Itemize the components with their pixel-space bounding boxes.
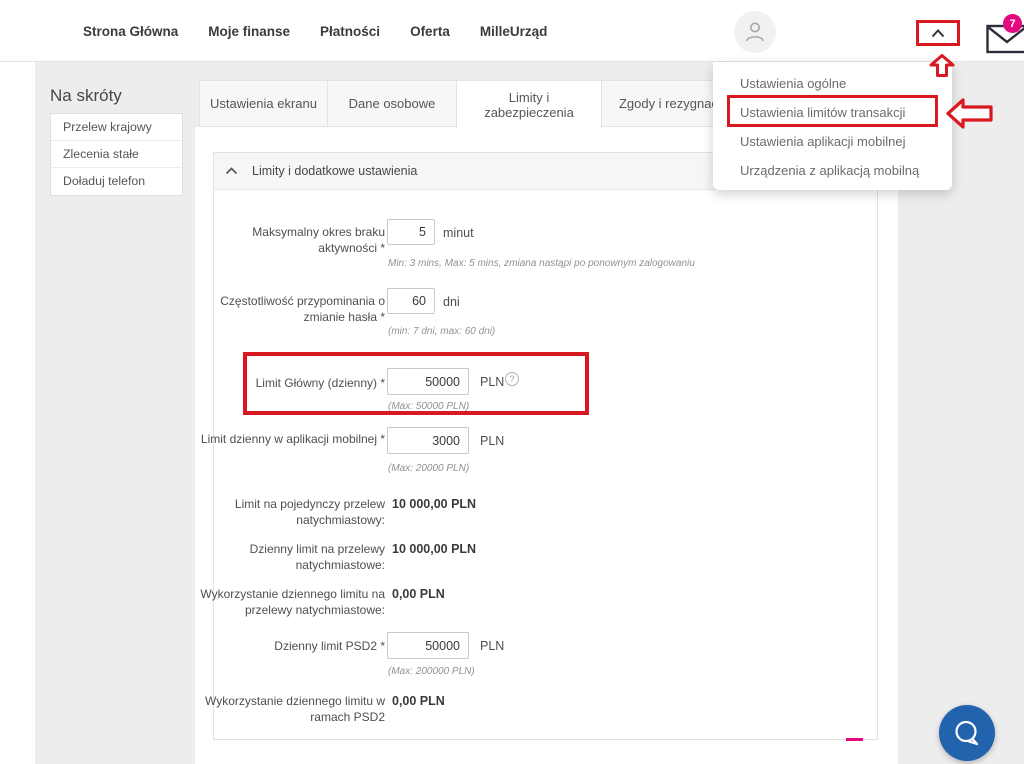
single-instant-limit-value: 10 000,00 PLN <box>392 497 477 511</box>
tab-ustawienia-ekranu[interactable]: Ustawienia ekranu <box>199 80 328 127</box>
field-label-inactivity: Maksymalny okres braku aktywności * <box>252 225 385 255</box>
menu-urzadzenia[interactable]: Urządzenia z aplikacją mobilną <box>713 156 952 185</box>
page: Strona Główna Moje finanse Płatności Ofe… <box>0 0 1024 764</box>
main-limit-note: (Max: 50000 PLN) <box>388 401 470 412</box>
tab-label: Dane osobowe <box>348 96 436 111</box>
chat-bubble-icon <box>955 720 979 746</box>
nav-milleurzad[interactable]: MilleUrząd <box>480 24 548 39</box>
user-settings-menu: Ustawienia ogólne Ustawienia limitów tra… <box>713 62 952 190</box>
mobile-limit-unit: PLN <box>480 434 505 448</box>
nav-oferta[interactable]: Oferta <box>410 24 450 39</box>
shortcut-doladuj-telefon[interactable]: Doładuj telefon <box>51 168 182 195</box>
annotation-arrow-left-icon <box>946 98 993 129</box>
field-label-main-limit: Limit Główny (dzienny) * <box>255 376 385 390</box>
instant-usage-value: 0,00 PLN <box>392 587 445 601</box>
help-icon[interactable]: ? <box>505 372 519 386</box>
shortcuts-list: Przelew krajowy Zlecenia stałe Doładuj t… <box>50 113 183 196</box>
tab-dane-osobowe[interactable]: Dane osobowe <box>327 80 457 127</box>
nav-platnosci[interactable]: Płatności <box>320 24 380 39</box>
mobile-limit-note: (Max: 20000 PLN) <box>388 463 470 474</box>
collapse-section-icon <box>225 167 238 175</box>
shortcut-zlecenia-stale[interactable]: Zlecenia stałe <box>51 141 182 168</box>
divider-accent <box>846 738 863 741</box>
left-margin-strip <box>0 62 35 764</box>
collapse-menu-button[interactable] <box>923 24 953 42</box>
psd2-limit-note: (Max: 200000 PLN) <box>388 666 475 677</box>
inactivity-input[interactable] <box>387 219 435 245</box>
field-label-daily-instant-limit: Dzienny limit na przelewy natychmiastowe… <box>249 542 385 572</box>
field-label-mobile-limit: Limit dzienny w aplikacji mobilnej * <box>200 432 385 446</box>
main-limit-unit: PLN <box>480 375 505 389</box>
menu-ustawienia-ogolne[interactable]: Ustawienia ogólne <box>713 69 952 98</box>
shortcut-przelew-krajowy[interactable]: Przelew krajowy <box>51 114 182 141</box>
inactivity-note: Min: 3 mins, Max: 5 mins, zmiana nastąpi… <box>388 258 695 269</box>
main-limit-input[interactable] <box>387 368 469 395</box>
section-title: Limity i dodatkowe ustawienia <box>252 164 418 178</box>
psd2-limit-input[interactable] <box>387 632 469 659</box>
main-nav: Strona Główna Moje finanse Płatności Ofe… <box>83 0 547 62</box>
field-label-single-instant-limit: Limit na pojedynczy przelew natychmiasto… <box>234 497 385 527</box>
field-label-instant-usage: Wykorzystanie dziennego limitu na przele… <box>200 587 385 617</box>
person-icon <box>746 22 764 42</box>
daily-instant-limit-value: 10 000,00 PLN <box>392 542 477 556</box>
psd2-limit-unit: PLN <box>480 639 505 653</box>
top-header: Strona Główna Moje finanse Płatności Ofe… <box>0 0 1024 62</box>
mobile-limit-input[interactable] <box>387 427 469 454</box>
tab-label: Zgody i rezygnacje <box>618 96 729 111</box>
inactivity-unit: minut <box>443 226 474 240</box>
chat-button[interactable] <box>939 705 995 761</box>
shortcuts-title: Na skróty <box>50 86 122 105</box>
password-reminder-note: (min: 7 dni, max: 60 dni) <box>388 326 496 337</box>
tab-label: Limity i zabezpieczenia <box>484 89 574 120</box>
tab-limity-i-zabezpieczenia[interactable]: Limity i zabezpieczenia <box>456 80 602 128</box>
menu-ustawienia-aplikacji[interactable]: Ustawienia aplikacji mobilnej <box>713 127 952 156</box>
nav-strona-glowna[interactable]: Strona Główna <box>83 24 178 39</box>
nav-moje-finanse[interactable]: Moje finanse <box>208 24 290 39</box>
user-avatar[interactable] <box>734 11 776 53</box>
password-reminder-unit: dni <box>443 295 460 309</box>
tab-label: Ustawienia ekranu <box>210 96 317 111</box>
field-label-psd2-usage: Wykorzystanie dziennego limitu w ramach … <box>205 694 385 724</box>
field-label-psd2-limit: Dzienny limit PSD2 * <box>274 639 385 653</box>
psd2-usage-value: 0,00 PLN <box>392 694 445 708</box>
password-reminder-input[interactable] <box>387 288 435 314</box>
messages-count-badge: 7 <box>1003 14 1022 33</box>
menu-ustawienia-limitow[interactable]: Ustawienia limitów transakcji <box>713 98 952 127</box>
field-label-password-reminder: Częstotliwość przypominania o zmianie ha… <box>220 294 385 324</box>
chevron-up-icon <box>931 28 945 37</box>
